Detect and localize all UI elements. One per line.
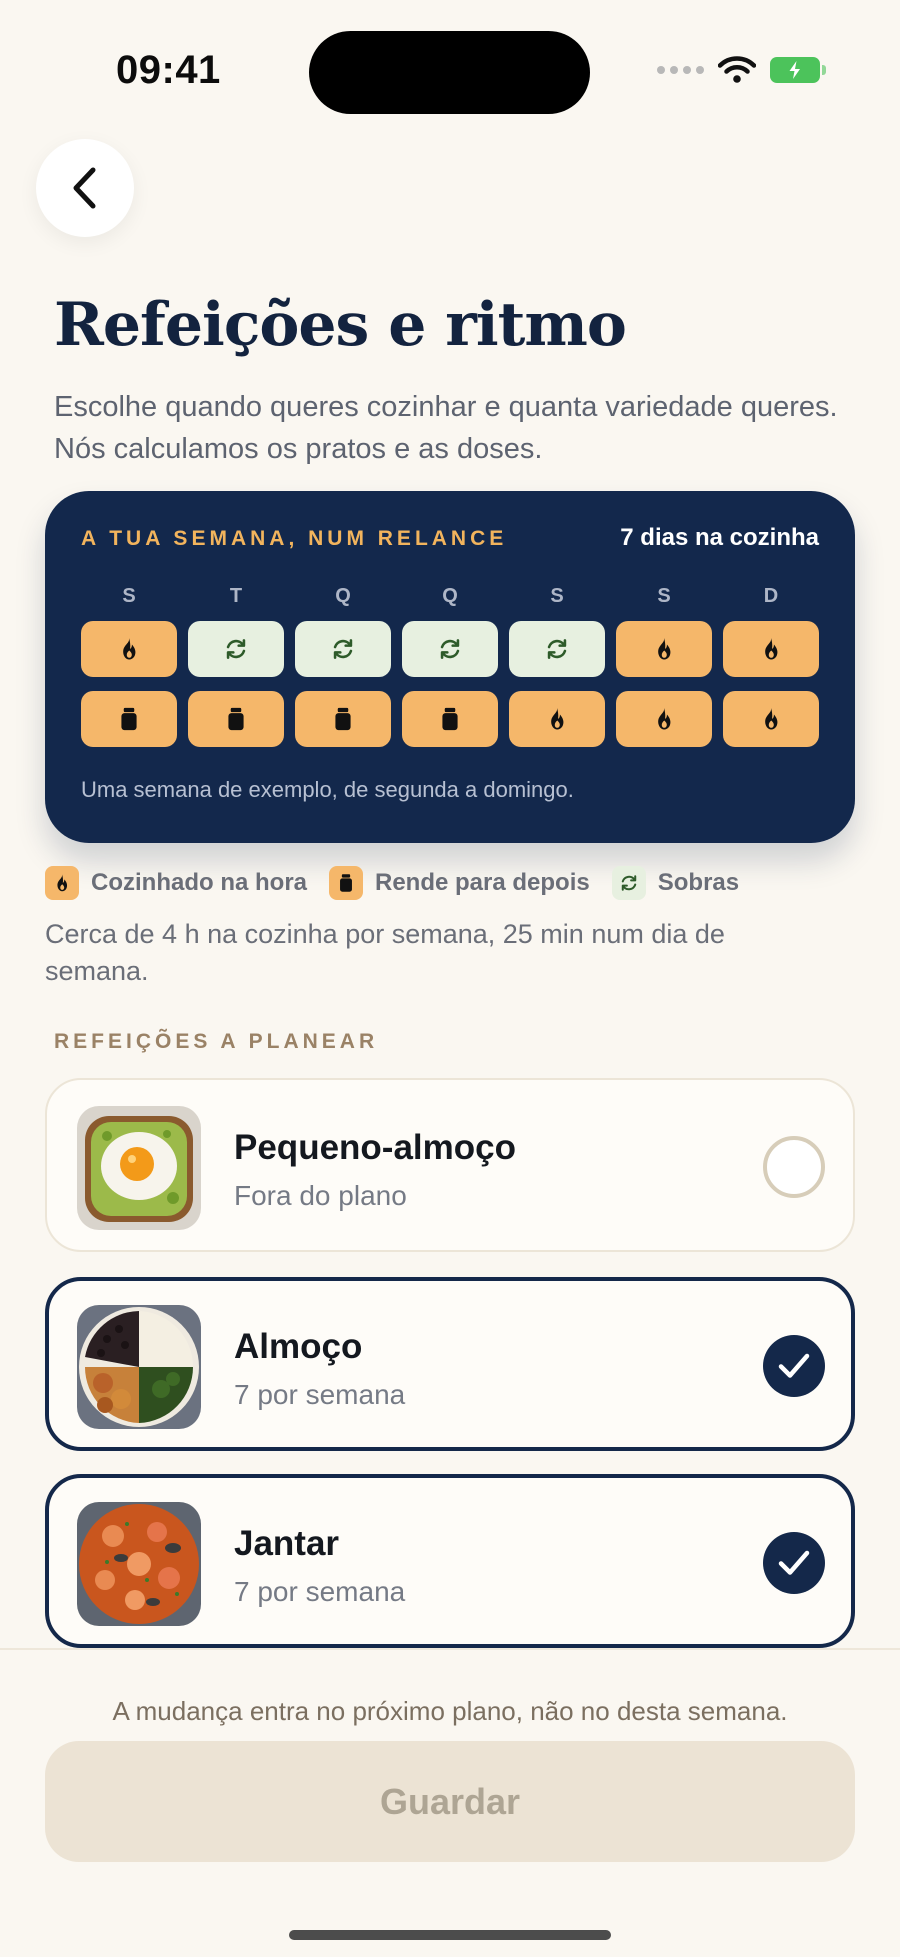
wifi-icon — [718, 56, 756, 83]
dinner-photo — [77, 1502, 201, 1626]
flame-icon — [650, 705, 678, 733]
refresh-icon — [611, 866, 646, 900]
day-slot-fire — [509, 691, 605, 747]
jar-icon — [329, 705, 357, 733]
checkmark-icon — [778, 1353, 810, 1378]
meal-name: Jantar — [234, 1524, 340, 1563]
meal-checked-checkbox[interactable] — [763, 1532, 825, 1594]
page-subtitle: Escolhe quando queres cozinhar e quanta … — [54, 391, 838, 465]
meal-count: Fora do plano — [234, 1180, 407, 1211]
meal-card-lunch[interactable]: Almoço 7 por semana — [45, 1277, 855, 1451]
cellular-signal-icon — [657, 66, 704, 74]
day-slot-jar — [81, 691, 177, 747]
day-slot-sobras — [188, 621, 284, 677]
day-slot-fire — [616, 621, 712, 677]
battery-charging-icon — [770, 57, 826, 83]
week-overview-card: A TUA SEMANA, NUM RELANCE 7 dias na cozi… — [45, 491, 855, 843]
legend-leftovers: Sobras — [611, 866, 740, 900]
day-letter: Q — [335, 585, 351, 607]
status-time: 09:41 — [116, 48, 221, 92]
refresh-icon — [222, 635, 250, 663]
jar-icon — [329, 866, 363, 900]
flame-icon — [115, 635, 143, 663]
flame-icon — [757, 635, 785, 663]
day-slot-sobras — [402, 621, 498, 677]
status-icons — [657, 56, 826, 84]
meal-checked-checkbox[interactable] — [763, 1335, 825, 1397]
day-slot-fire — [81, 621, 177, 677]
jar-icon — [222, 705, 250, 733]
meal-count: 7 por semana — [234, 1576, 406, 1607]
chevron-left-icon — [73, 167, 96, 209]
week-slots-row-1 — [81, 621, 819, 677]
lunch-photo — [77, 1305, 201, 1429]
week-days-count: 7 dias na cozinha — [620, 524, 819, 551]
day-slot-jar — [402, 691, 498, 747]
day-letter: S — [122, 585, 136, 607]
meals-section-label: REFEIÇÕES A PLANEAR — [54, 1030, 379, 1053]
meal-card-dinner[interactable]: Jantar 7 por semana — [45, 1474, 855, 1648]
day-letter: T — [229, 585, 243, 607]
week-legend: Cozinhado na hora Rende para depois Sobr… — [45, 866, 739, 900]
flame-icon — [45, 866, 79, 900]
day-slot-jar — [188, 691, 284, 747]
day-letter: Q — [442, 585, 458, 607]
jar-icon — [436, 705, 464, 733]
save-button[interactable]: Guardar — [45, 1741, 855, 1862]
refresh-icon — [329, 635, 357, 663]
day-letter: S — [657, 585, 671, 607]
flame-icon — [543, 705, 571, 733]
flame-icon — [757, 705, 785, 733]
kitchen-time-summary: Cerca de 4 h na cozinha por semana, 25 m… — [45, 919, 725, 986]
day-slot-sobras — [509, 621, 605, 677]
week-footnote: Uma semana de exemplo, de segunda a domi… — [81, 777, 574, 802]
day-letters: S T Q Q S S D — [81, 585, 819, 608]
meal-unchecked-radio[interactable] — [763, 1136, 825, 1198]
day-letter: S — [550, 585, 564, 607]
save-note: A mudança entra no próximo plano, não no… — [112, 1696, 788, 1726]
day-slot-sobras — [295, 621, 391, 677]
meal-name: Pequeno-almoço — [234, 1128, 516, 1167]
day-slot-fire — [723, 691, 819, 747]
back-button[interactable] — [36, 139, 134, 237]
legend-makes-later: Rende para depois — [329, 866, 590, 900]
day-letter: D — [763, 585, 779, 607]
meal-card-breakfast[interactable]: Pequeno-almoço Fora do plano — [45, 1078, 855, 1252]
checkmark-icon — [778, 1550, 810, 1575]
week-overview-heading: A TUA SEMANA, NUM RELANCE — [81, 527, 508, 550]
refresh-icon — [436, 635, 464, 663]
meal-count: 7 por semana — [234, 1379, 406, 1410]
flame-icon — [650, 635, 678, 663]
legend-makes-later-label: Rende para depois — [375, 869, 590, 896]
meal-name: Almoço — [234, 1327, 363, 1366]
day-slot-jar — [295, 691, 391, 747]
legend-leftovers-label: Sobras — [657, 869, 740, 896]
dynamic-island — [309, 31, 590, 114]
bottom-bar: A mudança entra no próximo plano, não no… — [0, 1648, 900, 1957]
week-slots-row-2 — [81, 691, 819, 747]
legend-cooked-label: Cozinhado na hora — [91, 869, 307, 896]
home-indicator[interactable] — [289, 1930, 611, 1940]
breakfast-photo — [77, 1106, 201, 1230]
day-slot-fire — [616, 691, 712, 747]
refresh-icon — [543, 635, 571, 663]
day-slot-fire — [723, 621, 819, 677]
page-title: Refeições e ritmo — [54, 290, 627, 360]
jar-icon — [115, 705, 143, 733]
legend-cooked: Cozinhado na hora — [45, 866, 307, 900]
